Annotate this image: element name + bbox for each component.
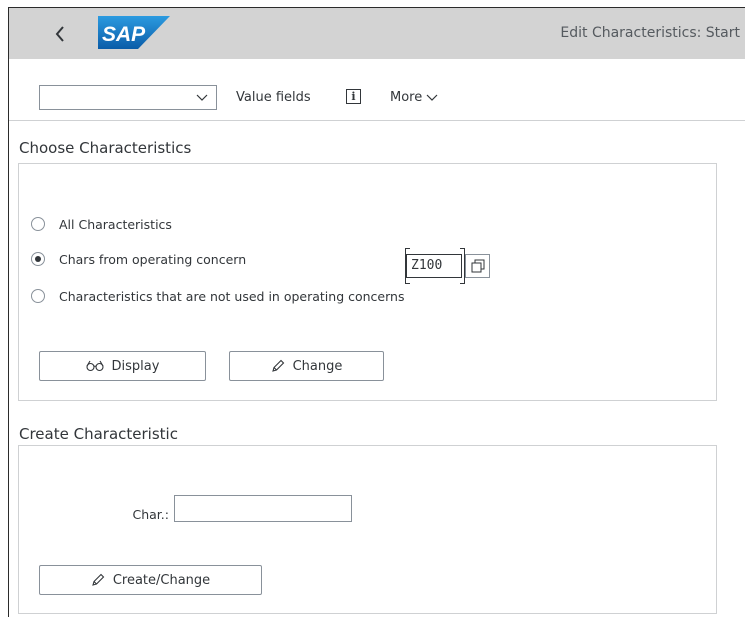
radio-button[interactable]: [31, 217, 45, 231]
value-help-button[interactable]: [465, 254, 490, 278]
radio-label: Chars from operating concern: [59, 251, 247, 267]
information-icon[interactable]: i: [346, 89, 361, 104]
chevron-down-icon: [196, 94, 208, 101]
create-characteristic-title: Create Characteristic: [19, 425, 178, 443]
char-label: Char.:: [132, 507, 170, 522]
back-button[interactable]: [50, 20, 70, 48]
logo-text: SAP: [102, 23, 146, 46]
chevron-down-icon: [426, 94, 438, 101]
radio-label: All Characteristics: [59, 216, 172, 232]
more-button[interactable]: More: [390, 90, 438, 105]
char-input[interactable]: [174, 495, 352, 522]
glasses-icon: [85, 360, 104, 372]
pencil-icon: [92, 573, 105, 586]
display-button-label: Display: [111, 358, 160, 374]
change-button-label: Change: [292, 358, 343, 374]
create-change-button[interactable]: Create/Change: [39, 565, 262, 595]
shell-bar: SAP Edit Characteristics: Start: [9, 8, 745, 59]
pencil-icon: [271, 359, 284, 372]
more-label: More: [390, 90, 423, 105]
create-change-button-label: Create/Change: [112, 572, 211, 588]
radio-label: Characteristics that are not used in ope…: [59, 288, 405, 304]
operating-concern-input[interactable]: Z100: [406, 254, 462, 278]
choose-characteristics-title: Choose Characteristics: [19, 139, 192, 157]
app-frame: SAP Edit Characteristics: Start Value fi…: [8, 7, 745, 617]
value-fields-button[interactable]: Value fields: [236, 90, 311, 105]
value-help-icon: [471, 259, 484, 273]
radio-button[interactable]: [31, 289, 45, 303]
radio-not-used-characteristics[interactable]: Characteristics that are not used in ope…: [31, 287, 404, 305]
sap-logo: SAP: [98, 16, 170, 49]
radio-chars-from-operating-concern[interactable]: Chars from operating concern: [31, 250, 246, 268]
change-button[interactable]: Change: [229, 351, 384, 381]
radio-all-characteristics[interactable]: All Characteristics: [31, 215, 172, 233]
display-button[interactable]: Display: [39, 351, 206, 381]
radio-button[interactable]: [31, 252, 45, 266]
chevron-left-icon: [55, 26, 64, 42]
toolbar: Value fields i More: [9, 59, 745, 121]
page-title: Edit Characteristics: Start: [560, 25, 740, 41]
variant-select[interactable]: [39, 85, 217, 110]
